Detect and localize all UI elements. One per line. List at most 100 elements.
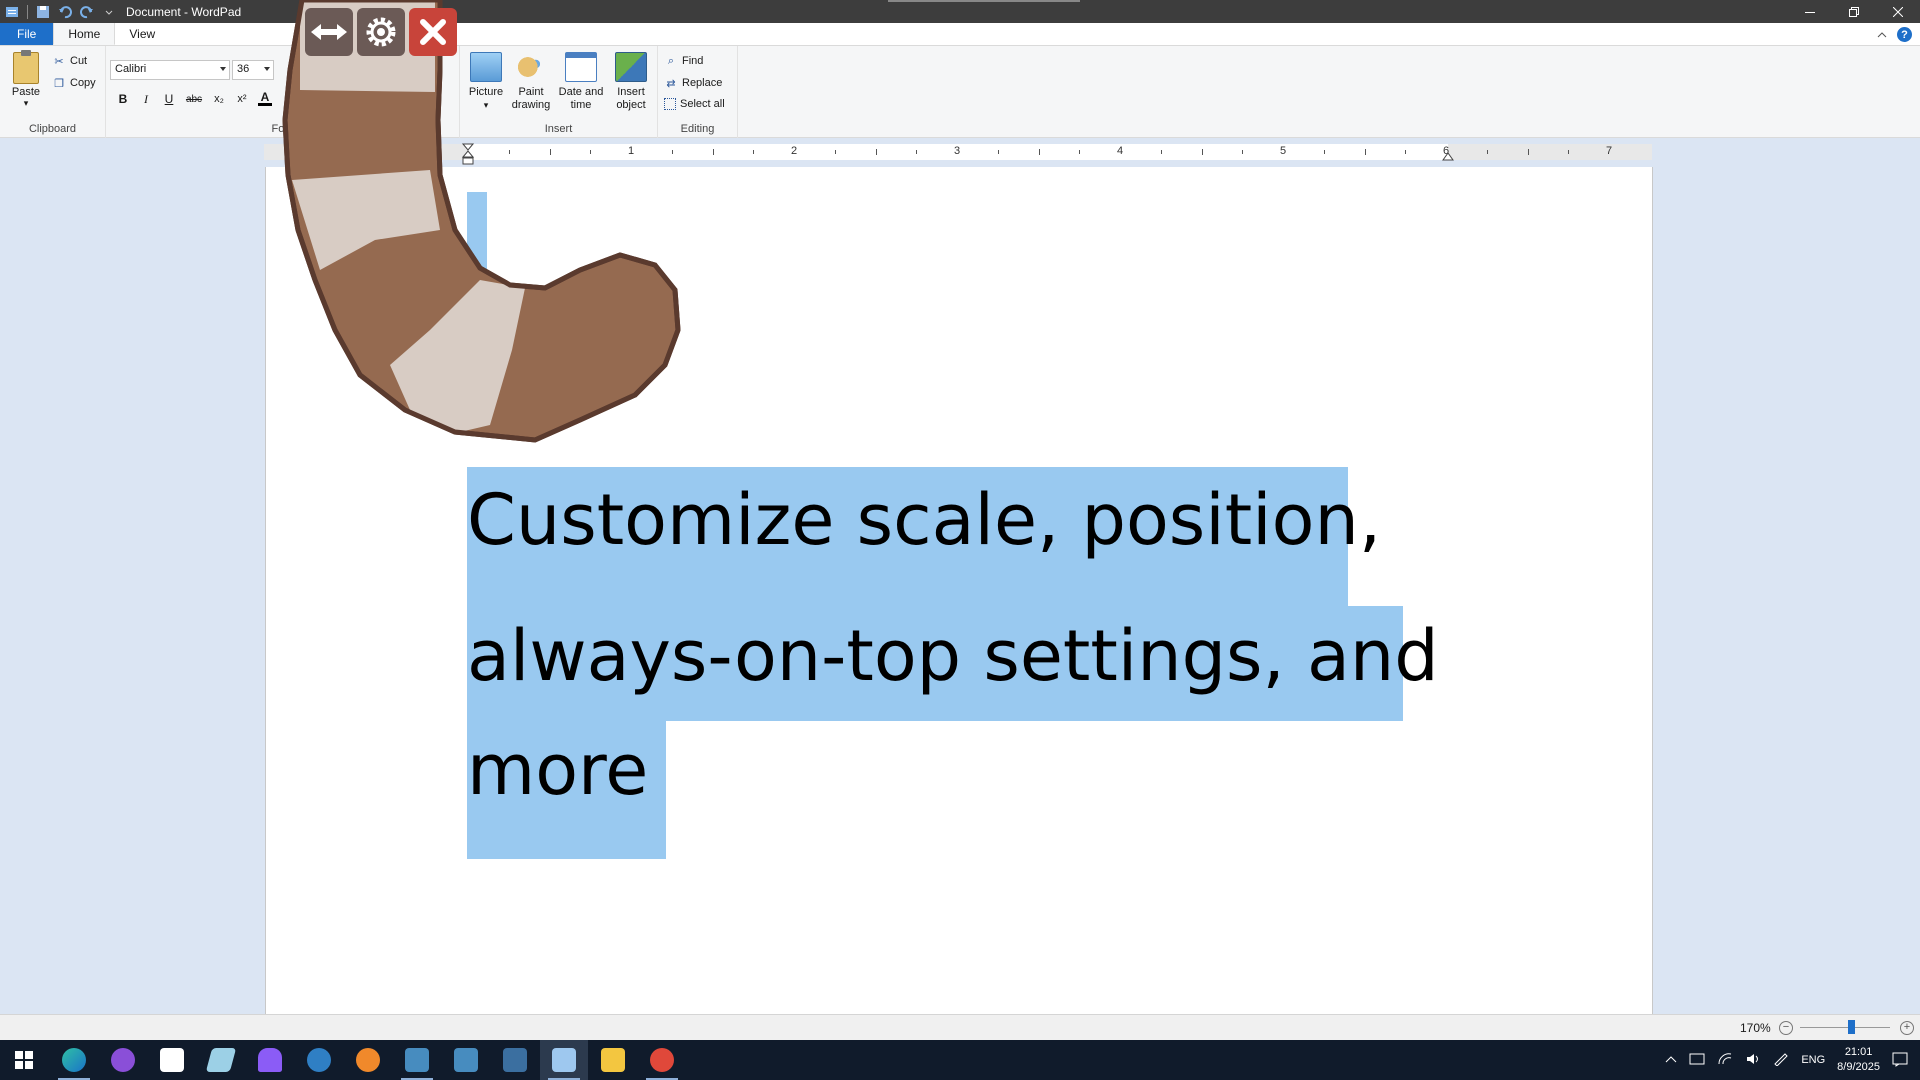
ruler-tick [875,149,877,155]
clipboard-group: Paste ▾ ✂ Cut ❐ Copy Clipboard [0,46,106,138]
strikethrough-button[interactable]: abc [185,90,203,108]
move-button[interactable] [305,8,353,56]
paste-label: Paste [11,86,41,98]
ruler-tick [1160,150,1162,154]
godot-icon-3[interactable] [491,1040,539,1080]
tail-pet-overlay[interactable] [280,0,720,450]
zoom-slider-track[interactable] [1800,1027,1890,1028]
ruler-tick [1568,150,1570,154]
save-icon[interactable] [34,3,52,21]
wordpad-app-icon[interactable] [3,3,21,21]
cut-label: Cut [70,55,88,67]
blender-icon[interactable] [344,1040,392,1080]
pen-icon[interactable] [197,1040,245,1080]
chevron-up-icon[interactable] [1665,1054,1677,1066]
ruler-tick [753,150,755,154]
ruler-tick [1527,149,1529,155]
quick-access-toolbar [0,0,118,23]
ruler-tick [1486,150,1488,154]
network-icon[interactable] [1717,1052,1733,1069]
edge-icon[interactable] [50,1040,98,1080]
right-indent-marker[interactable] [1442,150,1454,164]
clock[interactable]: 21:01 8/9/2025 [1837,1045,1880,1075]
clock-time: 21:01 [1844,1046,1873,1058]
godot-icon-2[interactable] [442,1040,490,1080]
gear-icon [366,17,396,47]
font-family-dropdown[interactable]: Calibri [110,60,230,80]
tail-icon [282,0,681,443]
superscript-button[interactable]: x² [235,90,249,108]
github-icon[interactable] [99,1040,147,1080]
cut-button[interactable]: ✂ Cut [52,54,87,68]
ruler-tick [1364,149,1366,155]
settings-button[interactable] [357,8,405,56]
paste-button[interactable]: Paste ▾ [8,50,44,109]
document-line: always-on-top settings, and [467,615,1439,697]
copy-icon: ❐ [54,77,64,90]
clock-date: 8/9/2025 [1837,1061,1880,1073]
minimize-icon [1805,11,1815,13]
ruler-number: 3 [954,145,961,157]
close-icon [1893,6,1903,17]
language-indicator[interactable]: ENG [1801,1054,1825,1066]
minimize-button[interactable] [1788,0,1832,23]
tab-file[interactable]: File [0,23,54,45]
app-icon[interactable] [638,1040,686,1080]
ruler-number: 2 [791,145,798,157]
ruler-tick [834,150,836,154]
ruler-tick [1038,149,1040,155]
italic-button[interactable]: I [139,90,153,108]
tab-view[interactable]: View [115,23,169,45]
redo-icon[interactable] [78,3,96,21]
document-line: more [467,729,649,811]
zoom-slider-thumb[interactable] [1848,1020,1855,1034]
font-color-button[interactable]: A [258,90,272,106]
scissors-icon: ✂ [54,55,64,68]
ruler-number: 7 [1606,145,1613,157]
copy-label: Copy [70,77,96,89]
close-button[interactable] [1876,0,1920,23]
paste-icon [13,50,39,84]
zoom-out-button[interactable]: − [1779,1021,1793,1035]
tab-home[interactable]: Home [53,23,116,45]
customize-qat-icon[interactable] [100,3,118,21]
ruler-tick [1242,150,1244,154]
ruler-tick [916,150,918,154]
steam-icon[interactable] [295,1040,343,1080]
start-button[interactable] [0,1040,48,1080]
wordpad-icon[interactable] [540,1040,588,1080]
zoom-in-button[interactable]: + [1900,1021,1914,1035]
notes-icon[interactable] [148,1040,196,1080]
close-pet-button[interactable] [409,8,457,56]
bold-button[interactable]: B [116,90,130,108]
subscript-button[interactable]: x₂ [212,90,226,108]
ruler-number: 5 [1280,145,1287,157]
taskbar: ENG 21:01 8/9/2025 [0,1040,1920,1080]
volume-icon[interactable] [1745,1052,1761,1069]
ruler-tick [997,150,999,154]
file-explorer-icon[interactable] [589,1040,637,1080]
ruler-number: 4 [1117,145,1124,157]
help-icon[interactable]: ? [1897,27,1912,42]
ruler-tick [1405,150,1407,154]
status-bar: 170% − + [0,1014,1920,1040]
copy-button[interactable]: ❐ Copy [52,76,96,90]
underline-button[interactable]: U [162,90,176,108]
horizontal-arrows-icon [311,24,347,40]
collapse-ribbon-icon[interactable] [1877,28,1887,42]
restore-icon [1849,6,1859,17]
ruler-tick [1323,150,1325,154]
windows-icon [15,1051,33,1069]
notification-icon[interactable] [1892,1051,1908,1070]
font-size-dropdown[interactable]: 36 [232,60,274,80]
pen-workspace-icon[interactable] [1773,1052,1789,1069]
ruler-tick [1079,150,1081,154]
ruler-tick [1201,149,1203,155]
meet-now-icon[interactable] [1689,1052,1705,1069]
undo-icon[interactable] [56,3,74,21]
restore-button[interactable] [1832,0,1876,23]
document-line: Customize scale, position, [467,479,1382,561]
mage-icon[interactable] [246,1040,294,1080]
godot-icon[interactable] [393,1040,441,1080]
close-icon [420,19,446,45]
